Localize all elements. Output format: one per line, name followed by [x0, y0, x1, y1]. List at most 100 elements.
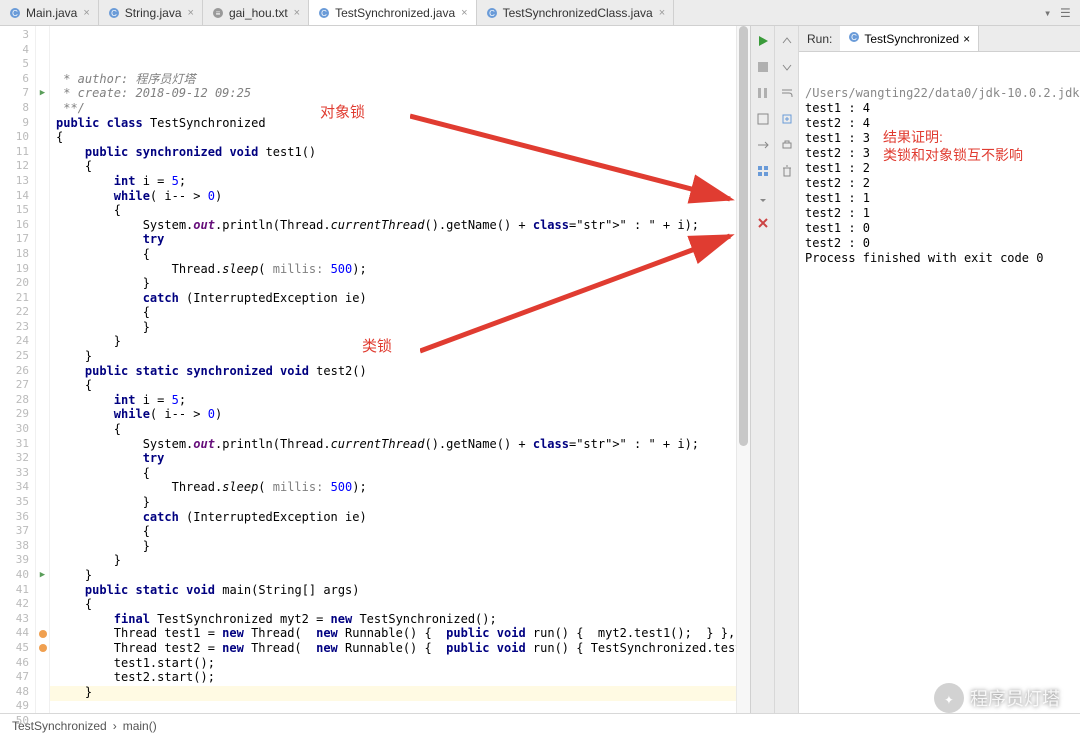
line-gutter: 3456789101112131415161718192021222324252…: [0, 26, 36, 713]
breadcrumb[interactable]: TestSynchronized › main(): [0, 713, 1080, 737]
stop-button[interactable]: [754, 58, 772, 76]
close-icon[interactable]: ×: [188, 7, 194, 19]
wechat-icon: ✦: [934, 683, 964, 713]
gutter-mark: [36, 612, 49, 627]
console-output[interactable]: /Users/wangting22/data0/jdk-10.0.2.jdk/t…: [799, 52, 1080, 713]
gutter-mark: [36, 524, 49, 539]
svg-text:C: C: [489, 9, 495, 18]
gutter-mark: [36, 451, 49, 466]
gutter-mark[interactable]: ▶: [36, 568, 49, 583]
close-button[interactable]: [754, 214, 772, 232]
console-line: test2 : 0: [805, 236, 1074, 251]
gutter-mark: [36, 714, 49, 729]
scroll-thumb[interactable]: [739, 26, 748, 446]
dump-button[interactable]: [754, 110, 772, 128]
gutter-mark: [36, 553, 49, 568]
code-line: final TestSynchronized myt2 = new TestSy…: [56, 612, 736, 627]
scroll-down-button[interactable]: [778, 58, 796, 76]
close-icon[interactable]: ×: [83, 7, 89, 19]
gutter-mark: [36, 378, 49, 393]
annotation-object-lock: 对象锁: [320, 106, 365, 121]
gutter-mark: [36, 159, 49, 174]
svg-text:C: C: [851, 33, 857, 42]
gutter-mark: [36, 232, 49, 247]
gutter-mark: [36, 189, 49, 204]
code-line: Thread test2 = new Thread( new Runnable(…: [56, 641, 736, 656]
tab-gai_hou-txt[interactable]: ≡gai_hou.txt×: [203, 0, 309, 25]
pin-button[interactable]: [754, 188, 772, 206]
console-path: /Users/wangting22/data0/jdk-10.0.2.jdk/: [805, 86, 1074, 101]
gutter-mark: [36, 174, 49, 189]
close-icon[interactable]: ×: [963, 32, 970, 46]
print-button[interactable]: [778, 136, 796, 154]
code-line: }: [56, 553, 736, 568]
gutter-mark: [36, 72, 49, 87]
gutter-mark: [36, 334, 49, 349]
console-line: test1 : 4: [805, 101, 1074, 116]
code-line: * create: 2018-09-12 09:25: [56, 86, 736, 101]
code-line: try: [56, 451, 736, 466]
gutter-mark[interactable]: [36, 641, 49, 656]
gutter-mark: [36, 437, 49, 452]
run-tab[interactable]: C TestSynchronized ×: [840, 26, 979, 51]
gutter-mark: [36, 480, 49, 495]
tab-label: TestSynchronizedClass.java: [503, 6, 653, 20]
gutter-mark: [36, 466, 49, 481]
code-line: {: [56, 466, 736, 481]
run-pane: Run: C TestSynchronized × /Users/wangtin…: [750, 26, 1080, 713]
gutter-mark: [36, 685, 49, 700]
gutter-mark: [36, 699, 49, 714]
gutter-mark: [36, 539, 49, 554]
tab-overflow: ▾ ☰: [1044, 6, 1080, 20]
tab-label: TestSynchronized.java: [335, 6, 455, 20]
gutter-mark: [36, 305, 49, 320]
tab-String-java[interactable]: CString.java×: [99, 0, 203, 25]
code-area[interactable]: * author: 程序员灯塔 * create: 2018-09-12 09:…: [50, 26, 736, 713]
scroll-up-button[interactable]: [778, 32, 796, 50]
clear-button[interactable]: [778, 162, 796, 180]
more-tabs-icon[interactable]: ▾: [1044, 6, 1058, 20]
breadcrumb-method[interactable]: main(): [123, 719, 157, 733]
gutter-marks: ▶▶: [36, 26, 50, 713]
export-button[interactable]: [778, 110, 796, 128]
gutter-mark[interactable]: [36, 626, 49, 641]
code-line: * author: 程序员灯塔: [56, 72, 736, 87]
gutter-mark: [36, 262, 49, 277]
exit-button[interactable]: [754, 136, 772, 154]
editor-pane: 3456789101112131415161718192021222324252…: [0, 26, 750, 713]
soft-wrap-button[interactable]: [778, 84, 796, 102]
layout-button[interactable]: [754, 162, 772, 180]
close-icon[interactable]: ×: [294, 7, 300, 19]
gutter-mark: [36, 407, 49, 422]
code-line: catch (InterruptedException ie): [56, 510, 736, 525]
tab-TestSynchronized-java[interactable]: C TestSynchronized.java ×: [309, 0, 477, 25]
split-icon[interactable]: ☰: [1060, 6, 1074, 20]
console-line: test1 : 0: [805, 221, 1074, 236]
gutter-mark: [36, 597, 49, 612]
annotation-class-lock: 类锁: [362, 340, 392, 355]
gutter-mark: [36, 291, 49, 306]
gutter-mark: [36, 495, 49, 510]
gutter-mark: [36, 247, 49, 262]
close-icon[interactable]: ×: [659, 7, 665, 19]
code-line: }: [56, 568, 736, 583]
gutter-mark: [36, 218, 49, 233]
gutter-mark: [36, 116, 49, 131]
gutter-mark[interactable]: ▶: [36, 86, 49, 101]
run-header: Run: C TestSynchronized ×: [799, 26, 1080, 52]
rerun-button[interactable]: [754, 32, 772, 50]
gutter-mark: [36, 393, 49, 408]
code-line: System.out.println(Thread.currentThread(…: [56, 437, 736, 452]
gutter-mark: [36, 203, 49, 218]
svg-text:C: C: [321, 9, 327, 18]
pause-button[interactable]: [754, 84, 772, 102]
close-icon[interactable]: ×: [461, 7, 467, 19]
tab-TestSynchronizedClass-java[interactable]: C TestSynchronizedClass.java ×: [477, 0, 675, 25]
tab-Main-java[interactable]: CMain.java×: [0, 0, 99, 25]
arrow-2: [420, 226, 736, 366]
run-label: Run:: [799, 32, 840, 46]
gutter-mark: [36, 320, 49, 335]
editor-scrollbar[interactable]: [736, 26, 750, 713]
run-tab-label: TestSynchronized: [864, 32, 959, 46]
code-line: test2.start();: [56, 670, 736, 685]
